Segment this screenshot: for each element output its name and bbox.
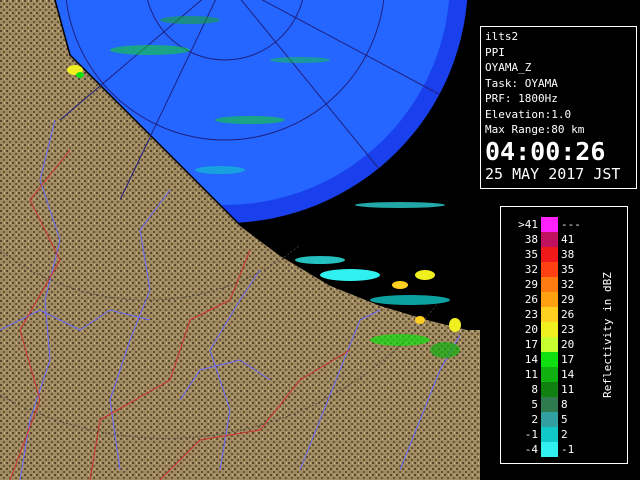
legend-low-label: 5 xyxy=(531,398,538,411)
legend-high-label: -1 xyxy=(561,443,574,456)
legend-row: 8 11 xyxy=(531,382,574,397)
legend-low-label: 35 xyxy=(525,248,538,261)
legend-swatch xyxy=(541,427,558,442)
legend-low-label: 11 xyxy=(525,368,538,381)
legend-swatch xyxy=(541,232,558,247)
legend-high-label: --- xyxy=(561,218,581,231)
legend-swatch xyxy=(541,292,558,307)
legend-low-label: 8 xyxy=(531,383,538,396)
legend-swatch xyxy=(541,262,558,277)
legend-axis-label: Reflectivity in dBZ xyxy=(601,272,614,398)
legend-scale: >41 ---38 4135 3832 3529 3226 2923 2620 2317 2014… xyxy=(518,217,614,457)
legend-high-label: 26 xyxy=(561,308,574,321)
task-name: Task: OYAMA xyxy=(485,76,558,90)
legend-low-label: 23 xyxy=(525,308,538,321)
legend-row: -4 -1 xyxy=(525,442,574,457)
legend-low-label: 29 xyxy=(525,278,538,291)
legend-swatch xyxy=(541,367,558,382)
legend-high-label: 20 xyxy=(561,338,574,351)
legend-low-label: 17 xyxy=(525,338,538,351)
legend-row: 20 23 xyxy=(525,322,574,337)
legend-high-label: 11 xyxy=(561,383,574,396)
legend-high-label: 2 xyxy=(561,428,568,441)
product-name: OYAMA_Z xyxy=(485,61,532,74)
legend-high-label: 35 xyxy=(561,263,574,276)
observation-time: 04:00:26 xyxy=(485,136,606,166)
legend-swatch xyxy=(541,337,558,352)
legend-swatch xyxy=(541,442,558,457)
legend-row: 17 20 xyxy=(525,337,574,352)
legend-high-label: 14 xyxy=(561,368,575,381)
legend-high-label: 5 xyxy=(561,413,568,426)
legend-row: 23 26 xyxy=(525,307,574,322)
elevation-value: Elevation:1.0 xyxy=(485,107,572,121)
legend-low-label: 26 xyxy=(525,293,538,306)
legend-swatch xyxy=(541,397,558,412)
legend-low-label: 2 xyxy=(531,413,538,426)
legend-low-label: 38 xyxy=(525,233,538,246)
legend-high-label: 41 xyxy=(561,233,574,246)
legend-high-label: 32 xyxy=(561,278,574,291)
legend-row: 38 41 xyxy=(525,232,574,247)
legend-high-label: 38 xyxy=(561,248,574,261)
legend-low-label: >41 xyxy=(518,218,538,231)
legend-row: 29 32 xyxy=(525,277,574,292)
legend-low-label: -4 xyxy=(525,443,539,456)
legend-row: 26 29 xyxy=(525,292,574,307)
legend-swatch xyxy=(541,247,558,262)
reflectivity-legend: >41 --- 38 41 35 38 32 35 29 32 26 29 23 26 20 23 17 20 14… xyxy=(500,206,628,464)
legend-row: >41 --- xyxy=(518,217,581,232)
radar-name: ilts2 xyxy=(485,30,519,43)
legend-row: 58 xyxy=(531,397,568,412)
legend-low-label: 20 xyxy=(525,323,538,336)
radar-info-panel: ilts2 PPI OYAMA_Z Task: OYAMA PRF: 1800H… xyxy=(480,26,637,189)
legend-row: 35 38 xyxy=(525,247,574,262)
legend-high-label: 29 xyxy=(561,293,574,306)
legend-low-label: 14 xyxy=(525,353,539,366)
legend-high-label: 23 xyxy=(561,323,574,336)
max-range-value: Max Range:80 km xyxy=(485,123,585,136)
legend-swatch xyxy=(541,307,558,322)
observation-date: 25 MAY 2017 JST xyxy=(485,164,621,183)
legend-low-label: 32 xyxy=(525,263,538,276)
legend-swatch xyxy=(541,322,558,337)
legend-swatch xyxy=(541,217,558,232)
legend-high-label: 8 xyxy=(561,398,568,411)
legend-row: -1 2 xyxy=(525,427,568,442)
scan-mode: PPI xyxy=(485,45,505,59)
prf-value: PRF: 1800Hz xyxy=(485,92,558,105)
legend-row: 14 17 xyxy=(525,352,574,367)
radar-ppi-map[interactable] xyxy=(0,0,480,480)
legend-row: 32 35 xyxy=(525,262,574,277)
legend-swatch xyxy=(541,352,558,367)
legend-swatch xyxy=(541,382,558,397)
legend-row: 25 xyxy=(531,412,568,427)
legend-high-label: 17 xyxy=(561,353,574,366)
legend-swatch xyxy=(541,412,558,427)
legend-row: 11 14 xyxy=(525,367,575,382)
legend-swatch xyxy=(541,277,558,292)
legend-low-label: -1 xyxy=(525,428,538,441)
